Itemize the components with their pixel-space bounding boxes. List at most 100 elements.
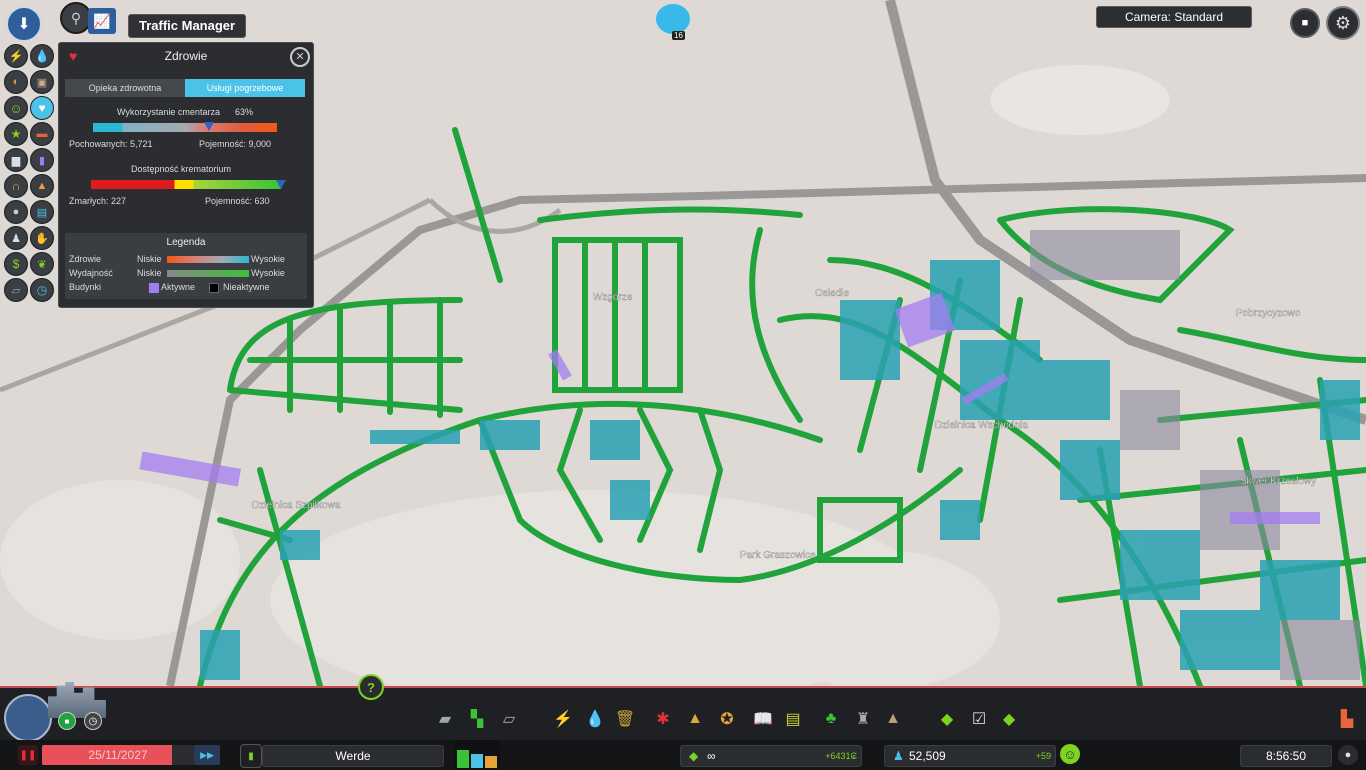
lightning-icon: ⚡ (553, 711, 573, 728)
water-drop-icon: 💧 (34, 49, 50, 63)
water-view-button[interactable]: 💧 (30, 44, 54, 68)
legend-health-name: Zdrowie (69, 254, 102, 264)
legend-buildings-label: Budynki (69, 282, 102, 292)
city-info-button[interactable] (4, 694, 52, 742)
landmarks-tool-button[interactable]: ▲ (882, 708, 904, 730)
close-button[interactable]: ✕ (290, 47, 310, 67)
cylinder-icon: ▮ (38, 154, 46, 167)
fire-tool-button[interactable]: ▲ (684, 708, 706, 730)
chirper-count-badge: 16 (672, 31, 685, 40)
population-view-button[interactable]: ♟ (4, 226, 28, 250)
legend-efficiency-gradient (167, 270, 249, 277)
book-icon: 📖 (753, 711, 773, 728)
tab-deathcare[interactable]: Usługi pogrzebowe (185, 79, 305, 97)
traffic-chart-icon[interactable]: 📈 (88, 8, 116, 34)
map-label-district: Dzielnica Wschodnia (935, 420, 1028, 431)
tree-icon: ♣ (825, 710, 837, 727)
policies-tool-button[interactable]: ☑ (968, 708, 990, 730)
milestones-button[interactable]: ■ (58, 712, 76, 730)
education-view-button[interactable]: ▮ (30, 148, 54, 172)
options-button[interactable]: ⚙ (1326, 6, 1360, 40)
land-value-view-button[interactable]: ★ (4, 122, 28, 146)
clock-icon: ◷ (88, 715, 98, 727)
crematorium-availability-marker (276, 180, 286, 189)
traffic-manager-button[interactable]: Traffic Manager (128, 14, 247, 38)
star-icon: ★ (10, 127, 22, 141)
legend-health-gradient (167, 256, 249, 263)
resources-view-button[interactable]: ✋ (30, 226, 54, 250)
pause-button[interactable]: ❚❚ (18, 745, 38, 765)
phone-button[interactable]: ▮ (240, 744, 262, 768)
dollar-icon: $ (12, 257, 20, 271)
parks-tool-button[interactable]: ♣ (820, 708, 842, 730)
zoning-tool-button[interactable]: ▚ (466, 708, 488, 730)
police-view-button[interactable]: ▆ (4, 148, 28, 172)
roads-tool-button[interactable]: ▰ (434, 708, 456, 730)
garbage-tool-button[interactable]: 🗑 (614, 708, 636, 730)
districts-tool-button[interactable]: ▱ (498, 708, 520, 730)
fire-view-button[interactable]: ▲ (30, 174, 54, 198)
pollution-view-button[interactable]: ◐ (4, 70, 28, 94)
wind-view-button[interactable]: ● (4, 200, 28, 224)
water-tool-button[interactable]: 💧 (584, 708, 606, 730)
legend-inactive-label: Nieaktywne (223, 282, 270, 292)
electricity-view-button[interactable]: ⚡ (4, 44, 28, 68)
magnifier-icon: ⚲ (70, 9, 82, 26)
legend-active-label: Aktywne (161, 282, 196, 292)
trash-icon: 🗑 (614, 711, 636, 728)
bottom-toolbar: ■ ◷ ▰ ▚ ▱ ⚡ 💧 🗑 ✱ ▲ ✪ 📖 ▤ ♣ ♜ ▲ ◆ ☑ ◆ ▙ … (0, 682, 1366, 770)
dead-count: Zmarłych: 227 (69, 196, 127, 206)
population-display[interactable]: ♟ 52,509 +59 (884, 745, 1056, 767)
landscaping-tool-button[interactable]: ◆ (998, 708, 1020, 730)
happiness-indicator[interactable]: ☺ (1060, 744, 1080, 764)
nature-view-button[interactable]: ❦ (30, 252, 54, 276)
fire-helmet-icon: ▲ (687, 710, 703, 727)
money-icon: ◆ (689, 749, 699, 763)
leaf-icon: ❦ (37, 258, 47, 271)
map-label-district: Osiedle (815, 288, 849, 299)
education-tool-button[interactable]: 📖 (752, 708, 774, 730)
bulldoze-tool-button[interactable]: ▙ (1336, 708, 1358, 730)
person-icon: ♟ (11, 232, 21, 245)
unique-buildings-tool-button[interactable]: ♜ (852, 708, 874, 730)
help-button[interactable]: ? (358, 674, 384, 700)
close-icon: ✕ (295, 51, 305, 63)
medical-cross-icon: ✱ (656, 711, 670, 728)
health-tool-button[interactable]: ✱ (652, 708, 674, 730)
noise-view-button[interactable]: ∩ (4, 174, 28, 198)
traffic-view-button[interactable]: ▬ (30, 122, 54, 146)
advisor-button[interactable]: ● (1338, 745, 1358, 765)
clock-button[interactable]: ◷ (84, 712, 102, 730)
transport-view-button[interactable]: ▤ (30, 200, 54, 224)
tab-healthcare[interactable]: Opieka zdrowotna (65, 79, 185, 97)
monument-icon: ♜ (855, 711, 871, 728)
demand-residential-bar (457, 750, 469, 768)
city-name: Werde (335, 749, 371, 763)
health-view-button[interactable]: ♥ (30, 96, 54, 120)
screenshot-camera-button[interactable]: ■ (1290, 8, 1320, 38)
transport-tool-button[interactable]: ▤ (782, 708, 804, 730)
time-view-button[interactable]: ◷ (30, 278, 54, 302)
zoning-icon: ▚ (470, 711, 484, 728)
garbage-view-button[interactable]: ▣ (30, 70, 54, 94)
chirper-bird-icon[interactable] (656, 4, 690, 34)
legend-health-low: Niskie (137, 254, 162, 264)
pause-icon: ❚❚ (19, 749, 37, 761)
happiness-view-button[interactable]: ☺ (4, 96, 28, 120)
speed-button[interactable]: ▶▶ (194, 745, 220, 765)
gorilla-icon: ● (12, 206, 20, 218)
camera-icon: ■ (1301, 17, 1309, 29)
money-tool-button[interactable]: ◆ (936, 708, 958, 730)
population-change: +59 (1035, 751, 1051, 761)
money-display[interactable]: ◆ ∞ +6431₢ (680, 745, 862, 767)
time-display: 8:56:50 (1240, 745, 1332, 767)
police-tool-button[interactable]: ✪ (716, 708, 738, 730)
city-name-field[interactable]: Werde (262, 745, 444, 767)
roads-view-button[interactable]: ▱ (4, 278, 28, 302)
unlock-menu-button[interactable]: ⬇ (6, 6, 42, 42)
camera-mode-button[interactable]: Camera: Standard (1096, 6, 1252, 28)
economy-view-button[interactable]: $ (4, 252, 28, 276)
electricity-tool-button[interactable]: ⚡ (552, 708, 574, 730)
legend-efficiency-name: Wydajność (69, 268, 113, 278)
heart-icon: ♥ (38, 101, 46, 115)
